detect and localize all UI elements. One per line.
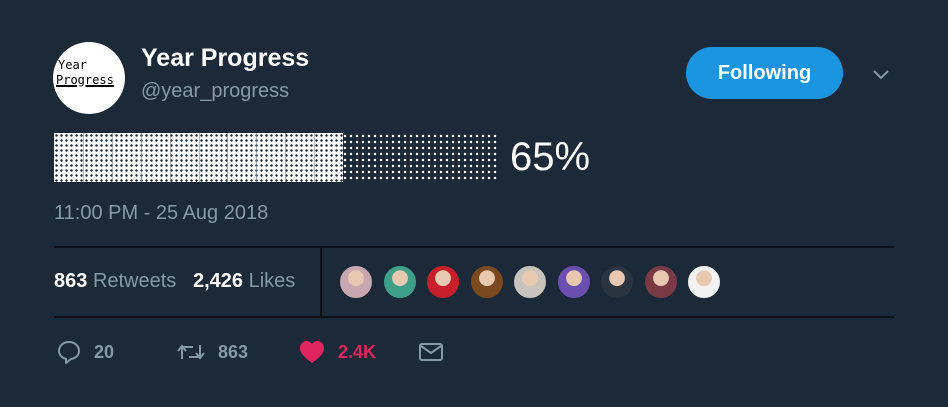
reply-count: 20 bbox=[94, 341, 115, 362]
liker-avatar-6[interactable] bbox=[555, 264, 592, 300]
retweets-count: 863 bbox=[54, 270, 88, 292]
liker-avatar-2[interactable] bbox=[381, 264, 418, 300]
avatar-logo-line1: Year bbox=[58, 58, 87, 72]
avatar-logo-text: Year Progress bbox=[53, 58, 125, 88]
likes-label: Likes bbox=[248, 270, 296, 292]
progress-segment-line bbox=[83, 133, 84, 182]
progress-segment-line bbox=[199, 133, 200, 182]
likes-stat[interactable]: 2,426 Likes bbox=[193, 270, 295, 292]
liker-avatar-3[interactable] bbox=[425, 264, 461, 300]
progress-segment-line bbox=[256, 133, 257, 182]
liker-avatar-9[interactable] bbox=[686, 264, 722, 300]
year-progress-fill bbox=[54, 133, 343, 182]
liker-avatar-5[interactable] bbox=[512, 264, 548, 300]
progress-segment-line bbox=[170, 133, 171, 182]
author-handle[interactable]: @year_progress bbox=[141, 80, 289, 103]
likes-count: 2,426 bbox=[192, 270, 244, 292]
progress-percent: 65% bbox=[510, 135, 591, 179]
liker-avatar-1[interactable] bbox=[338, 264, 374, 300]
liker-avatar-4[interactable] bbox=[468, 264, 505, 300]
tweet-timestamp[interactable]: 11:00 PM - 25 Aug 2018 bbox=[54, 202, 268, 225]
divider bbox=[54, 316, 894, 318]
progress-segment-line bbox=[314, 133, 315, 182]
progress-segment-line bbox=[141, 133, 142, 182]
reply-button[interactable]: 20 bbox=[56, 337, 114, 367]
reply-icon bbox=[58, 341, 80, 364]
liker-avatar-7[interactable] bbox=[599, 264, 635, 300]
divider bbox=[320, 247, 322, 317]
envelope-icon bbox=[419, 343, 443, 361]
progress-segment-line bbox=[285, 133, 286, 182]
progress-segment-line bbox=[227, 133, 228, 182]
direct-message-button[interactable] bbox=[418, 337, 444, 367]
liker-avatar-8[interactable] bbox=[642, 264, 679, 300]
progress-segment-line bbox=[112, 133, 113, 182]
chevron-down-icon[interactable] bbox=[870, 64, 892, 86]
retweet-count: 863 bbox=[218, 341, 249, 362]
retweets-label: Retweets bbox=[92, 270, 177, 292]
author-display-name[interactable]: Year Progress bbox=[141, 44, 309, 73]
like-button[interactable]: 2.4K bbox=[298, 337, 376, 367]
like-count: 2.4K bbox=[338, 341, 377, 362]
retweet-button[interactable]: 863 bbox=[176, 337, 248, 367]
author-avatar[interactable]: Year Progress bbox=[53, 42, 125, 114]
heart-icon bbox=[300, 341, 324, 363]
following-button[interactable]: Following bbox=[686, 47, 843, 99]
tweet-stats: 863 Retweets 2,426 Likes bbox=[54, 270, 295, 293]
retweet-icon bbox=[177, 344, 205, 360]
avatar-logo-line2: Progress bbox=[56, 73, 114, 87]
retweets-stat[interactable]: 863 Retweets bbox=[54, 270, 176, 292]
year-progress-bar bbox=[54, 133, 499, 182]
divider bbox=[54, 246, 894, 248]
